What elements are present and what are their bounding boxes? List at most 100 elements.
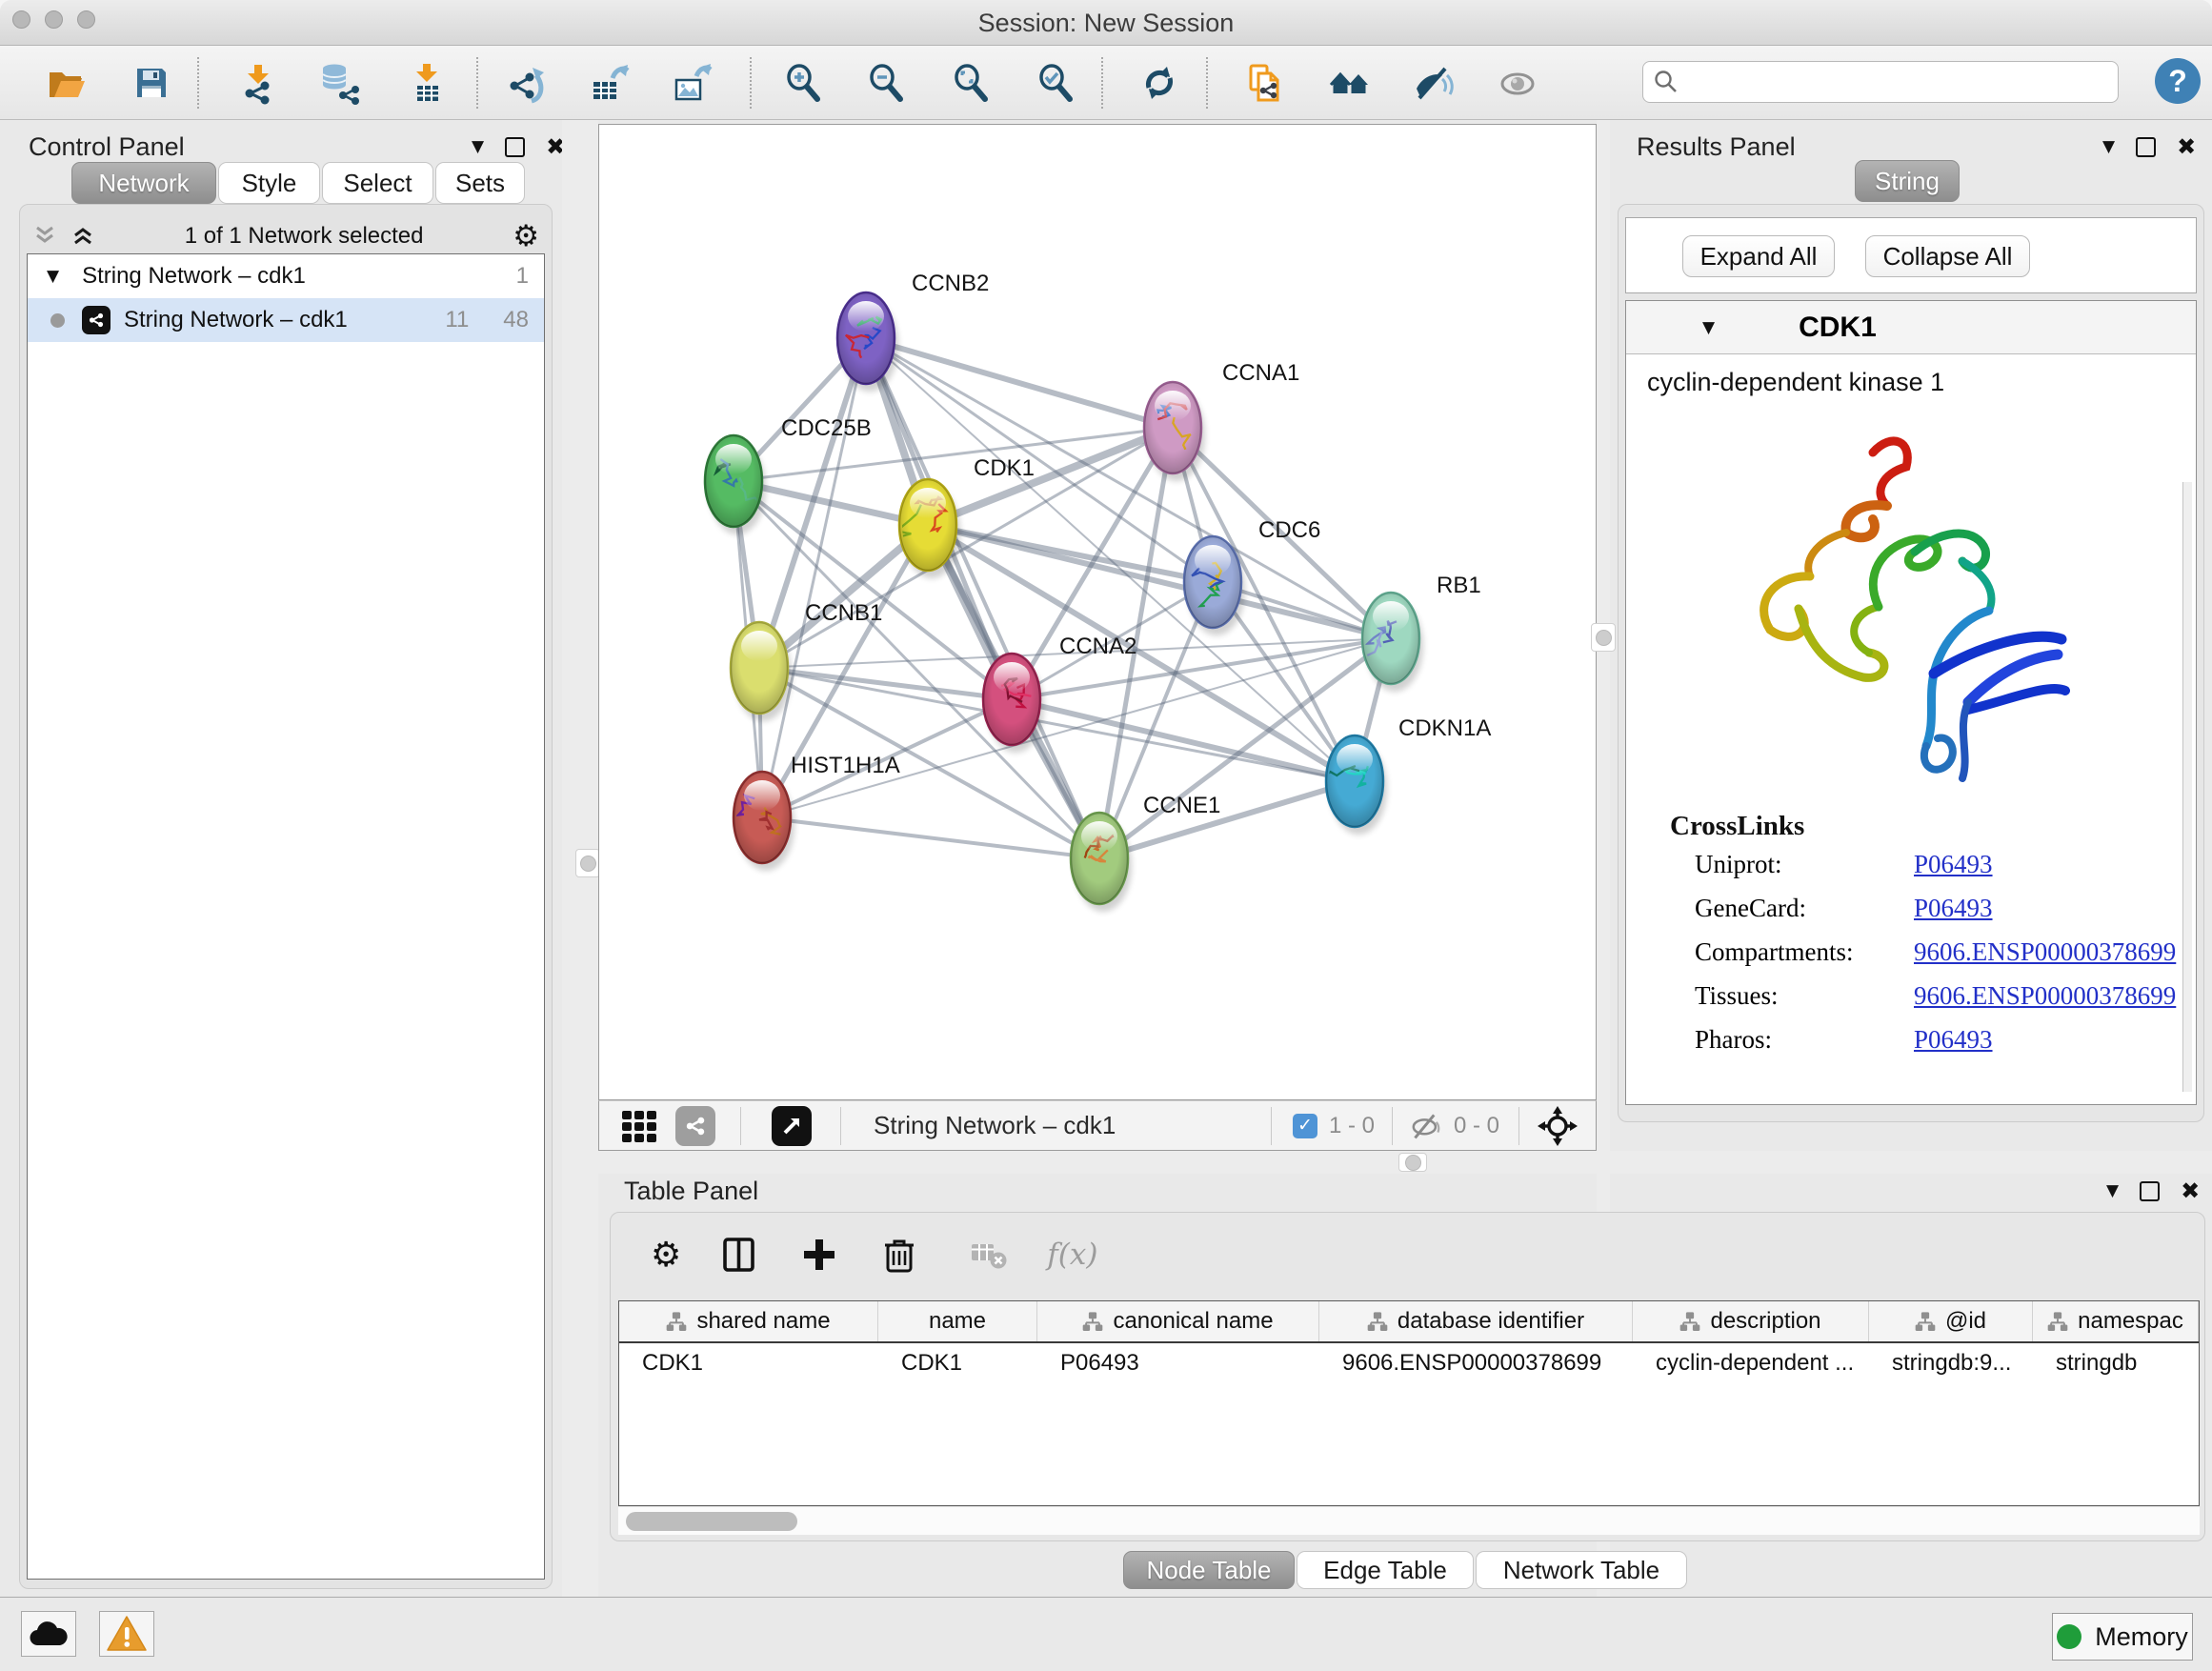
show-all-networks-button[interactable] xyxy=(1326,59,1374,107)
tab-network[interactable]: Network xyxy=(71,162,216,204)
open-session-button[interactable] xyxy=(43,59,90,107)
collapse-all-button[interactable]: Collapse All xyxy=(1865,235,2030,277)
apply-layout-button[interactable] xyxy=(1136,59,1183,107)
import-network-database-button[interactable] xyxy=(315,59,363,107)
entry-expander-icon[interactable]: ▼ xyxy=(1702,318,1715,337)
undock-panel-icon[interactable] xyxy=(505,137,525,157)
delete-column-icon[interactable] xyxy=(877,1233,921,1277)
graph-node-CCNA1[interactable] xyxy=(1144,382,1205,481)
network-row-selected[interactable]: String Network – cdk1 11 48 xyxy=(28,298,544,342)
column-header-6[interactable]: @id xyxy=(1869,1301,2033,1341)
close-panel-icon[interactable]: ✖ xyxy=(2181,1178,2200,1204)
import-table-button[interactable] xyxy=(403,59,451,107)
fit-content-crosshair-icon[interactable] xyxy=(1537,1105,1579,1147)
graph-node-HIST1H1A[interactable] xyxy=(734,772,794,871)
network-view[interactable]: CCNB2CCNA1CDC25BCDK1CDC6RB1CCNB1CCNA2CDK… xyxy=(598,124,1597,1100)
cloud-status-button[interactable] xyxy=(21,1611,76,1657)
tab-string[interactable]: String xyxy=(1855,160,1960,202)
warnings-button[interactable] xyxy=(99,1611,154,1657)
column-header-4[interactable]: database identifier xyxy=(1319,1301,1633,1341)
table-cell[interactable]: CDK1 xyxy=(619,1343,878,1383)
undock-panel-icon[interactable] xyxy=(2136,137,2156,157)
gene-entry-header[interactable]: ▼ CDK1 xyxy=(1626,301,2196,354)
clone-network-button[interactable] xyxy=(1240,59,1288,107)
export-network-button[interactable] xyxy=(503,59,551,107)
results-scrollbar[interactable] xyxy=(2182,482,2192,1092)
zoom-out-button[interactable] xyxy=(862,59,910,107)
tab-network-table[interactable]: Network Table xyxy=(1476,1551,1687,1589)
tab-style[interactable]: Style xyxy=(218,162,320,204)
crosslink-value-link[interactable]: P06493 xyxy=(1914,894,1993,937)
float-panel-icon[interactable]: ▼ xyxy=(2106,1181,2119,1200)
tab-edge-table[interactable]: Edge Table xyxy=(1297,1551,1474,1589)
toolbar-separator xyxy=(1101,57,1103,109)
network-view-icon[interactable] xyxy=(675,1106,715,1146)
graph-node-RB1[interactable] xyxy=(1362,593,1423,692)
graph-node-CDC25B[interactable] xyxy=(705,435,766,534)
table-options-gear-icon[interactable]: ⚙ xyxy=(651,1236,681,1275)
node-label-RB1: RB1 xyxy=(1437,573,1481,598)
tab-node-table[interactable]: Node Table xyxy=(1123,1551,1295,1589)
crosslink-value-link[interactable]: P06493 xyxy=(1914,1025,1993,1069)
crosslink-label: GeneCard: xyxy=(1695,894,1914,937)
search-input[interactable] xyxy=(1679,68,2099,96)
table-container: ⚙ f(x) xyxy=(610,1212,2205,1541)
collection-expander-icon[interactable]: ▼ xyxy=(47,267,59,286)
bottom-splitter-handle[interactable] xyxy=(1398,1153,1427,1172)
detach-view-icon[interactable] xyxy=(772,1106,812,1146)
network-collection-row[interactable]: ▼ String Network – cdk1 1 xyxy=(28,254,544,298)
import-network-file-button[interactable] xyxy=(234,59,282,107)
zoom-in-button[interactable] xyxy=(779,59,827,107)
save-session-button[interactable] xyxy=(128,59,175,107)
table-cell[interactable]: 9606.ENSP00000378699 xyxy=(1319,1343,1633,1383)
export-table-button[interactable] xyxy=(586,59,633,107)
table-cell[interactable]: cyclin-dependent ... xyxy=(1633,1343,1869,1383)
expand-all-button[interactable]: Expand All xyxy=(1682,235,1835,277)
show-hidden-button[interactable] xyxy=(1494,59,1541,107)
graph-node-CCNB2[interactable] xyxy=(837,292,898,392)
hide-selected-button[interactable] xyxy=(1409,59,1457,107)
table-cell[interactable]: stringdb:9... xyxy=(1869,1343,2033,1383)
zoom-fit-button[interactable] xyxy=(947,59,995,107)
table-hscrollbar[interactable] xyxy=(618,1506,2200,1535)
float-panel-icon[interactable]: ▼ xyxy=(2102,137,2115,156)
graph-node-CCNE1[interactable] xyxy=(1071,813,1132,912)
float-panel-icon[interactable]: ▼ xyxy=(472,137,484,156)
tab-select[interactable]: Select xyxy=(322,162,433,204)
table-hscrollbar-thumb[interactable] xyxy=(626,1512,797,1531)
show-columns-icon[interactable] xyxy=(717,1233,761,1277)
grid-view-icon[interactable] xyxy=(618,1105,660,1147)
column-header-2[interactable]: name xyxy=(878,1301,1037,1341)
results-panel: Results Panel ▼ ✖ String Expand All Coll… xyxy=(1610,124,2212,1122)
left-splitter[interactable] xyxy=(562,120,598,1597)
crosslink-value-link[interactable]: P06493 xyxy=(1914,850,1993,894)
table-cell[interactable]: stringdb xyxy=(2033,1343,2199,1383)
undock-panel-icon[interactable] xyxy=(2140,1181,2160,1201)
expand-all-icon[interactable] xyxy=(70,224,95,249)
table-cell[interactable]: P06493 xyxy=(1037,1343,1319,1383)
table-cell[interactable]: CDK1 xyxy=(878,1343,1037,1383)
column-header-7[interactable]: namespac xyxy=(2033,1301,2199,1341)
crosslink-value-link[interactable]: 9606.ENSP00000378699 xyxy=(1914,981,2176,1025)
selected-checkbox-icon[interactable]: ✓ xyxy=(1293,1114,1317,1138)
graph-node-CCNB1[interactable] xyxy=(731,622,792,721)
graph-node-CCNA2[interactable] xyxy=(983,654,1044,753)
network-canvas[interactable]: CCNB2CCNA1CDC25BCDK1CDC6RB1CCNB1CCNA2CDK… xyxy=(599,125,1596,1099)
zoom-selected-button[interactable] xyxy=(1032,59,1079,107)
toolbar-separator xyxy=(476,57,478,109)
tab-sets[interactable]: Sets xyxy=(435,162,525,204)
bottom-splitter[interactable] xyxy=(598,1151,2212,1174)
add-column-icon[interactable] xyxy=(797,1233,841,1277)
left-splitter-handle[interactable] xyxy=(575,849,600,877)
memory-button[interactable]: Memory xyxy=(2052,1613,2193,1661)
export-image-button[interactable] xyxy=(669,59,716,107)
close-panel-icon[interactable]: ✖ xyxy=(2177,133,2196,160)
column-header-5[interactable]: description xyxy=(1633,1301,1869,1341)
column-header-1[interactable]: shared name xyxy=(619,1301,878,1341)
table-row[interactable]: CDK1CDK1P064939606.ENSP00000378699cyclin… xyxy=(619,1343,2199,1383)
help-button[interactable]: ? xyxy=(2155,58,2201,104)
column-header-3[interactable]: canonical name xyxy=(1037,1301,1319,1341)
network-options-gear-icon[interactable]: ⚙ xyxy=(513,219,539,253)
collapse-all-icon[interactable] xyxy=(32,224,57,249)
crosslink-value-link[interactable]: 9606.ENSP00000378699 xyxy=(1914,937,2176,981)
